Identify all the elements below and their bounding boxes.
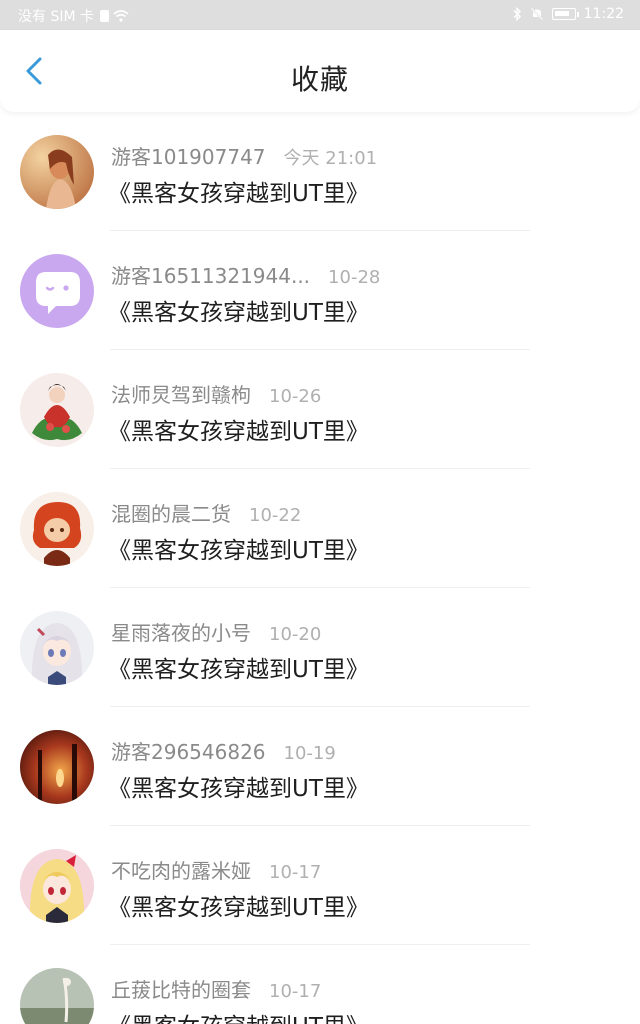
avatar[interactable] (20, 373, 94, 447)
list-item[interactable]: 游客16511321944... 10-28 《黑客女孩穿越到UT里》 (0, 231, 640, 350)
username: 游客296546826 (111, 740, 266, 764)
list-item[interactable]: 游客296546826 10-19 《黑客女孩穿越到UT里》 (0, 707, 640, 826)
timestamp: 今天 21:01 (283, 148, 378, 169)
timestamp: 10-17 (269, 862, 322, 883)
username: 法师炅驾到赣枸 (111, 383, 251, 407)
avatar-autumn-forest-icon (20, 730, 94, 804)
username: 不吃肉的露米娅 (111, 859, 251, 883)
avatar-white-hair-girl-icon (20, 611, 94, 685)
avatar[interactable] (20, 492, 94, 566)
list-item[interactable]: 法师炅驾到赣枸 10-26 《黑客女孩穿越到UT里》 (0, 350, 640, 469)
item-meta: 游客16511321944... 10-28 (111, 260, 380, 289)
avatar[interactable] (20, 849, 94, 923)
avatar[interactable] (20, 968, 94, 1024)
avatar-blonde-girl-icon (20, 849, 94, 923)
avatar-red-hair-character-icon (20, 492, 94, 566)
avatar[interactable] (20, 254, 94, 328)
page-title: 收藏 (290, 63, 349, 96)
status-left: 没有 SIM 卡 (18, 6, 129, 26)
list-item[interactable]: 丘菝比特的圈套 10-17 《黑客女孩穿越到UT里》 (0, 945, 640, 1024)
list-item[interactable]: 混圈的晨二货 10-22 《黑客女孩穿越到UT里》 (0, 469, 640, 588)
avatar[interactable] (20, 611, 94, 685)
clock: 11:22 (583, 6, 624, 22)
item-title: 《黑客女孩穿越到UT里》 (108, 1007, 369, 1024)
item-meta: 游客296546826 10-19 (111, 736, 336, 765)
avatar-photo-girl-icon (20, 135, 94, 209)
avatar[interactable] (20, 730, 94, 804)
item-meta: 游客101907747 今天 21:01 (111, 141, 377, 170)
status-bar: 没有 SIM 卡 11:22 (0, 0, 640, 30)
list-item[interactable]: 不吃肉的露米娅 10-17 《黑客女孩穿越到UT里》 (0, 826, 640, 945)
item-meta: 星雨落夜的小号 10-20 (111, 617, 321, 646)
mute-bell-icon (530, 7, 543, 21)
timestamp: 10-20 (269, 624, 322, 645)
list-item[interactable]: 星雨落夜的小号 10-20 《黑客女孩穿越到UT里》 (0, 588, 640, 707)
status-right: 11:22 (512, 6, 624, 22)
username: 丘菝比特的圈套 (111, 978, 251, 1002)
item-title: 《黑客女孩穿越到UT里》 (108, 300, 369, 326)
avatar-flower-fairy-icon (20, 373, 94, 447)
username: 游客16511321944... (111, 264, 311, 288)
item-title: 《黑客女孩穿越到UT里》 (108, 538, 369, 564)
item-meta: 不吃肉的露米娅 10-17 (111, 855, 321, 884)
timestamp: 10-17 (269, 981, 322, 1002)
item-title: 《黑客女孩穿越到UT里》 (108, 776, 369, 802)
sim-icon (100, 10, 109, 22)
username: 混圈的晨二货 (111, 502, 231, 526)
item-title: 《黑客女孩穿越到UT里》 (108, 895, 369, 921)
timestamp: 10-26 (269, 386, 322, 407)
top-nav-bar: 收藏 (0, 30, 640, 112)
timestamp: 10-28 (328, 267, 381, 288)
wifi-icon (113, 10, 129, 22)
item-meta: 混圈的晨二货 10-22 (111, 498, 301, 527)
timestamp: 10-22 (249, 505, 302, 526)
timestamp: 10-19 (283, 743, 336, 764)
item-title: 《黑客女孩穿越到UT里》 (108, 419, 369, 445)
item-title: 《黑客女孩穿越到UT里》 (108, 181, 369, 207)
item-meta: 丘菝比特的圈套 10-17 (111, 974, 321, 1003)
item-meta: 法师炅驾到赣枸 10-26 (111, 379, 321, 408)
username: 星雨落夜的小号 (111, 621, 251, 645)
default-chat-avatar-icon (20, 254, 94, 328)
username: 游客101907747 (111, 145, 266, 169)
favorites-list: 游客101907747 今天 21:01 《黑客女孩穿越到UT里》 游客1651… (0, 112, 640, 1024)
avatar[interactable] (20, 135, 94, 209)
carrier-label: 没有 SIM 卡 (18, 9, 94, 25)
bluetooth-icon (513, 7, 521, 21)
list-item[interactable]: 游客101907747 今天 21:01 《黑客女孩穿越到UT里》 (0, 112, 640, 231)
avatar-landscape-icon (20, 968, 94, 1024)
item-title: 《黑客女孩穿越到UT里》 (108, 657, 369, 683)
battery-icon (551, 8, 579, 20)
